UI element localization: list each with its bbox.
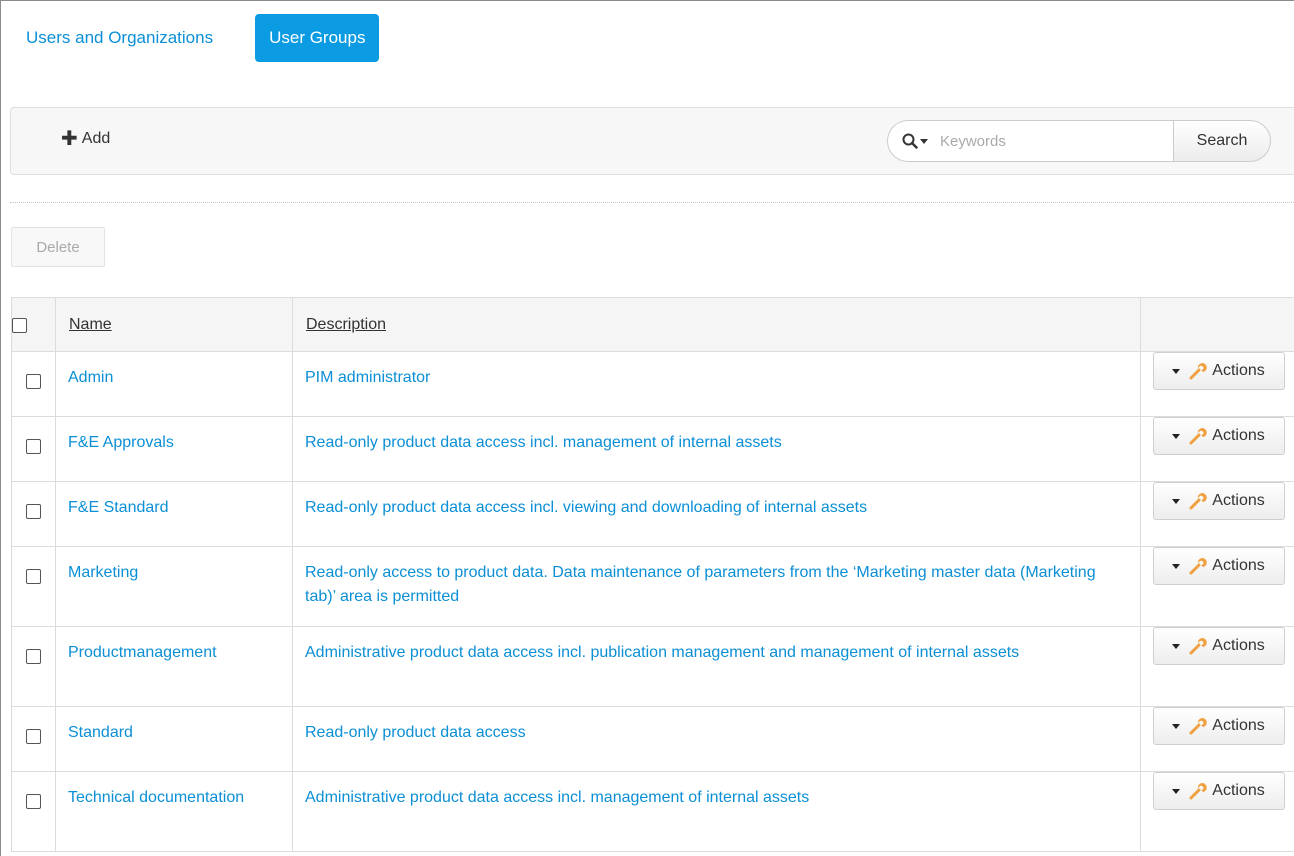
wrench-icon xyxy=(1189,363,1208,380)
actions-button[interactable]: Actions xyxy=(1152,352,1285,390)
search-button[interactable]: Search xyxy=(1173,120,1271,162)
row-checkbox[interactable] xyxy=(26,649,41,664)
group-name-link[interactable]: Productmanagement xyxy=(68,644,217,661)
table-row: Technical documentation Administrative p… xyxy=(11,771,1294,852)
table-row: F&E Approvals Read-only product data acc… xyxy=(11,416,1294,482)
row-checkbox[interactable] xyxy=(26,439,41,454)
chevron-down-icon xyxy=(1172,643,1181,649)
search-icon[interactable] xyxy=(902,133,918,149)
wrench-icon xyxy=(1189,718,1208,735)
row-checkbox[interactable] xyxy=(26,374,41,389)
chevron-down-icon[interactable] xyxy=(920,138,928,144)
table-header-row: Name Description xyxy=(11,297,1294,352)
description-header: Description xyxy=(292,297,1141,352)
table-row: Admin PIM administrator Actions xyxy=(11,351,1294,417)
group-description-link[interactable]: Administrative product data access incl.… xyxy=(305,789,809,806)
row-checkbox[interactable] xyxy=(26,729,41,744)
wrench-icon xyxy=(1189,638,1208,655)
actions-button[interactable]: Actions xyxy=(1152,482,1285,520)
wrench-icon xyxy=(1189,783,1208,800)
select-all-checkbox[interactable] xyxy=(12,317,27,333)
search-group: Search xyxy=(887,120,1271,162)
divider xyxy=(10,202,1294,203)
select-all-cell xyxy=(11,297,56,352)
table-row: Productmanagement Administrative product… xyxy=(11,626,1294,707)
plus-icon: ✚ xyxy=(61,128,78,150)
chevron-down-icon xyxy=(1172,788,1181,794)
group-name-link[interactable]: Marketing xyxy=(68,564,138,581)
chevron-down-icon xyxy=(1172,563,1181,569)
name-header: Name xyxy=(55,297,293,352)
actions-label: Actions xyxy=(1212,427,1265,444)
actions-label: Actions xyxy=(1212,782,1265,799)
add-button[interactable]: ✚ Add xyxy=(61,128,111,150)
group-name-link[interactable]: Technical documentation xyxy=(68,789,244,806)
actions-button[interactable]: Actions xyxy=(1152,547,1285,585)
user-groups-table: Name Description Admin PIM administrator… xyxy=(11,297,1294,852)
group-description-link[interactable]: Read-only product data access incl. view… xyxy=(305,499,867,516)
actions-label: Actions xyxy=(1212,492,1265,509)
tab-bar: Users and Organizations User Groups xyxy=(12,14,380,62)
actions-label: Actions xyxy=(1212,717,1265,734)
table-row: F&E Standard Read-only product data acce… xyxy=(11,481,1294,547)
tab-user-groups[interactable]: User Groups xyxy=(255,14,380,62)
actions-header xyxy=(1140,297,1294,352)
wrench-icon xyxy=(1189,493,1208,510)
group-name-link[interactable]: F&E Standard xyxy=(68,499,169,516)
actions-label: Actions xyxy=(1212,637,1265,654)
row-checkbox[interactable] xyxy=(26,569,41,584)
add-label: Add xyxy=(81,130,111,147)
description-column-header[interactable]: Description xyxy=(294,316,386,333)
actions-button[interactable]: Actions xyxy=(1152,417,1285,455)
chevron-down-icon xyxy=(1172,498,1181,504)
table-row: Marketing Read-only access to product da… xyxy=(11,546,1294,627)
group-description-link[interactable]: Read-only access to product data. Data m… xyxy=(305,564,1096,605)
wrench-icon xyxy=(1189,558,1208,575)
actions-button[interactable]: Actions xyxy=(1152,627,1285,665)
actions-button[interactable]: Actions xyxy=(1152,772,1285,810)
group-name-link[interactable]: F&E Approvals xyxy=(68,434,174,451)
group-description-link[interactable]: PIM administrator xyxy=(305,369,430,386)
tab-users-and-organizations[interactable]: Users and Organizations xyxy=(12,14,227,62)
group-description-link[interactable]: Read-only product data access incl. mana… xyxy=(305,434,782,451)
row-checkbox[interactable] xyxy=(26,504,41,519)
chevron-down-icon xyxy=(1172,368,1181,374)
search-field xyxy=(887,120,1173,162)
chevron-down-icon xyxy=(1172,723,1181,729)
delete-button[interactable]: Delete xyxy=(11,227,105,267)
actions-label: Actions xyxy=(1212,557,1265,574)
wrench-icon xyxy=(1189,428,1208,445)
table-row: Standard Read-only product data access A… xyxy=(11,706,1294,772)
actions-label: Actions xyxy=(1212,362,1265,379)
group-description-link[interactable]: Administrative product data access incl.… xyxy=(305,644,1019,661)
search-input[interactable] xyxy=(938,131,1148,151)
row-checkbox[interactable] xyxy=(26,794,41,809)
name-column-header[interactable]: Name xyxy=(57,316,112,333)
toolbar: ✚ Add Search xyxy=(10,107,1294,175)
group-name-link[interactable]: Standard xyxy=(68,724,133,741)
actions-button[interactable]: Actions xyxy=(1152,707,1285,745)
chevron-down-icon xyxy=(1172,433,1181,439)
group-name-link[interactable]: Admin xyxy=(68,369,113,386)
group-description-link[interactable]: Read-only product data access xyxy=(305,724,526,741)
